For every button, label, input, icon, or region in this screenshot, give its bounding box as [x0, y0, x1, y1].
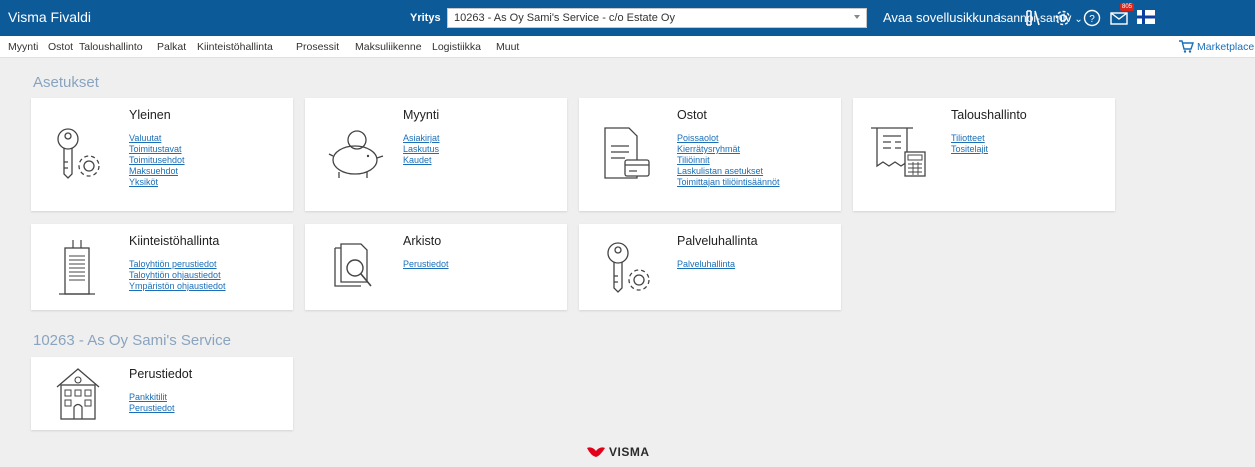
chevron-down-icon: ⌄: [1074, 14, 1083, 25]
menu-item-taloushallinto[interactable]: Taloushallinto: [79, 41, 143, 53]
card-title: Perustiedot: [129, 367, 193, 381]
card-taloushallinto: Taloushallinto Tiliotteet Tositelajit: [853, 98, 1115, 211]
document-search-icon: [334, 243, 372, 287]
card-title: Yleinen: [129, 108, 171, 122]
key-gear-icon: [57, 128, 100, 179]
link-poissaolot[interactable]: Poissaolot: [677, 133, 780, 144]
link-palveluhallinta[interactable]: Palveluhallinta: [677, 259, 735, 270]
menu-item-ostot[interactable]: Ostot: [48, 41, 73, 53]
menu-item-muut[interactable]: Muut: [496, 41, 519, 53]
card-title: Ostot: [677, 108, 707, 122]
card-kiinteistohallinta: Kiinteistöhallinta Taloyhtiön perustiedo…: [31, 224, 293, 310]
user-name: isannoi-samiv: [998, 11, 1072, 25]
card-links: Perustiedot: [403, 259, 449, 270]
cart-icon[interactable]: [1178, 38, 1194, 54]
main-menu: Myynti Ostot Taloushallinto Palkat Kiint…: [0, 36, 1255, 58]
link-taloyhtion-perustiedot[interactable]: Taloyhtiön perustiedot: [129, 259, 226, 270]
link-taloyhtion-ohjaustiedot[interactable]: Taloyhtiön ohjaustiedot: [129, 270, 226, 281]
section-title-company: 10263 - As Oy Sami's Service: [33, 332, 231, 349]
card-title: Palveluhallinta: [677, 234, 758, 248]
building-icon: [59, 240, 95, 295]
invoice-card-icon: [604, 127, 650, 179]
card-perustiedot: Perustiedot Pankkitilit Perustiedot: [31, 357, 293, 430]
user-menu[interactable]: isannoi-samiv ⌄: [998, 11, 1083, 25]
link-laskulistan-asetukset[interactable]: Laskulistan asetukset: [677, 166, 780, 177]
link-tilioinnit[interactable]: Tiliöinnit: [677, 155, 780, 166]
marketplace-link[interactable]: Marketplace: [1197, 41, 1254, 53]
card-links: Asiakirjat Laskutus Kaudet: [403, 133, 440, 166]
link-tositelajit[interactable]: Tositelajit: [951, 144, 988, 155]
section-title-settings: Asetukset: [33, 74, 99, 91]
logo-text: VISMA: [609, 445, 650, 459]
link-asiakirjat[interactable]: Asiakirjat: [403, 133, 440, 144]
menu-item-prosessit[interactable]: Prosessit: [296, 41, 339, 53]
card-links: Poissaolot Kierrätysryhmät Tiliöinnit La…: [677, 133, 780, 188]
svg-text:?: ?: [1089, 14, 1095, 25]
card-links: Palveluhallinta: [677, 259, 735, 270]
link-laskutus[interactable]: Laskutus: [403, 144, 440, 155]
link-toimitusehdot[interactable]: Toimitusehdot: [129, 155, 185, 166]
card-title: Myynti: [403, 108, 440, 122]
menu-item-kiinteistohallinta[interactable]: Kiinteistöhallinta: [197, 41, 273, 53]
card-links: Valuutat Toimitustavat Toimitusehdot Mak…: [129, 133, 185, 188]
house-icon: [56, 368, 100, 420]
company-select-value: 10263 - As Oy Sami's Service - c/o Estat…: [454, 12, 675, 24]
chevron-down-icon: [854, 15, 860, 19]
link-valuutat[interactable]: Valuutat: [129, 133, 185, 144]
card-arkisto: Arkisto Perustiedot: [305, 224, 567, 310]
app-name[interactable]: Visma Fivaldi: [8, 9, 91, 25]
link-perustiedot[interactable]: Perustiedot: [403, 259, 449, 270]
card-ostot: Ostot Poissaolot Kierrätysryhmät Tiliöin…: [579, 98, 841, 211]
card-title: Kiinteistöhallinta: [129, 234, 220, 248]
link-maksuehdot[interactable]: Maksuehdot: [129, 166, 185, 177]
key-gear-icon: [607, 242, 650, 293]
open-app-window-link[interactable]: Avaa sovellusikkuna: [883, 10, 1001, 25]
receipt-calculator-icon: [871, 127, 926, 177]
link-yksikot[interactable]: Yksiköt: [129, 177, 185, 188]
menu-item-myynti[interactable]: Myynti: [8, 41, 38, 53]
card-yleinen: Yleinen Valuutat Toimitustavat Toimituse…: [31, 98, 293, 211]
top-bar: Visma Fivaldi Yritys 10263 - As Oy Sami'…: [0, 0, 1255, 36]
menu-item-palkat[interactable]: Palkat: [157, 41, 186, 53]
visma-logo: VISMA: [587, 445, 650, 459]
piggy-bank-icon: [328, 130, 384, 178]
link-kierratysryhmat[interactable]: Kierrätysryhmät: [677, 144, 780, 155]
finnish-flag-icon[interactable]: [1137, 10, 1155, 24]
company-label: Yritys: [410, 12, 441, 24]
link-toimitustavat[interactable]: Toimitustavat: [129, 144, 185, 155]
link-pankkitilit[interactable]: Pankkitilit: [129, 392, 175, 403]
card-myynti: Myynti Asiakirjat Laskutus Kaudet: [305, 98, 567, 211]
link-tiliotteet[interactable]: Tiliotteet: [951, 133, 988, 144]
company-select[interactable]: 10263 - As Oy Sami's Service - c/o Estat…: [447, 8, 867, 28]
link-perustiedot[interactable]: Perustiedot: [129, 403, 175, 414]
link-toimittajan-tiliointisaannot[interactable]: Toimittajan tiliöintisäännöt: [677, 177, 780, 188]
card-links: Tiliotteet Tositelajit: [951, 133, 988, 155]
card-title: Taloushallinto: [951, 108, 1027, 122]
card-palveluhallinta: Palveluhallinta Palveluhallinta: [579, 224, 841, 310]
menu-item-maksuliikenne[interactable]: Maksuliikenne: [355, 41, 422, 53]
link-kaudet[interactable]: Kaudet: [403, 155, 440, 166]
link-ympariston-ohjaustiedot[interactable]: Ympäristön ohjaustiedot: [129, 281, 226, 292]
notification-badge: 805: [1120, 3, 1135, 11]
card-title: Arkisto: [403, 234, 442, 248]
card-links: Pankkitilit Perustiedot: [129, 392, 175, 414]
card-links: Taloyhtiön perustiedot Taloyhtiön ohjaus…: [129, 259, 226, 292]
help-icon[interactable]: ?: [1081, 7, 1103, 29]
menu-item-logistiikka[interactable]: Logistiikka: [432, 41, 481, 53]
